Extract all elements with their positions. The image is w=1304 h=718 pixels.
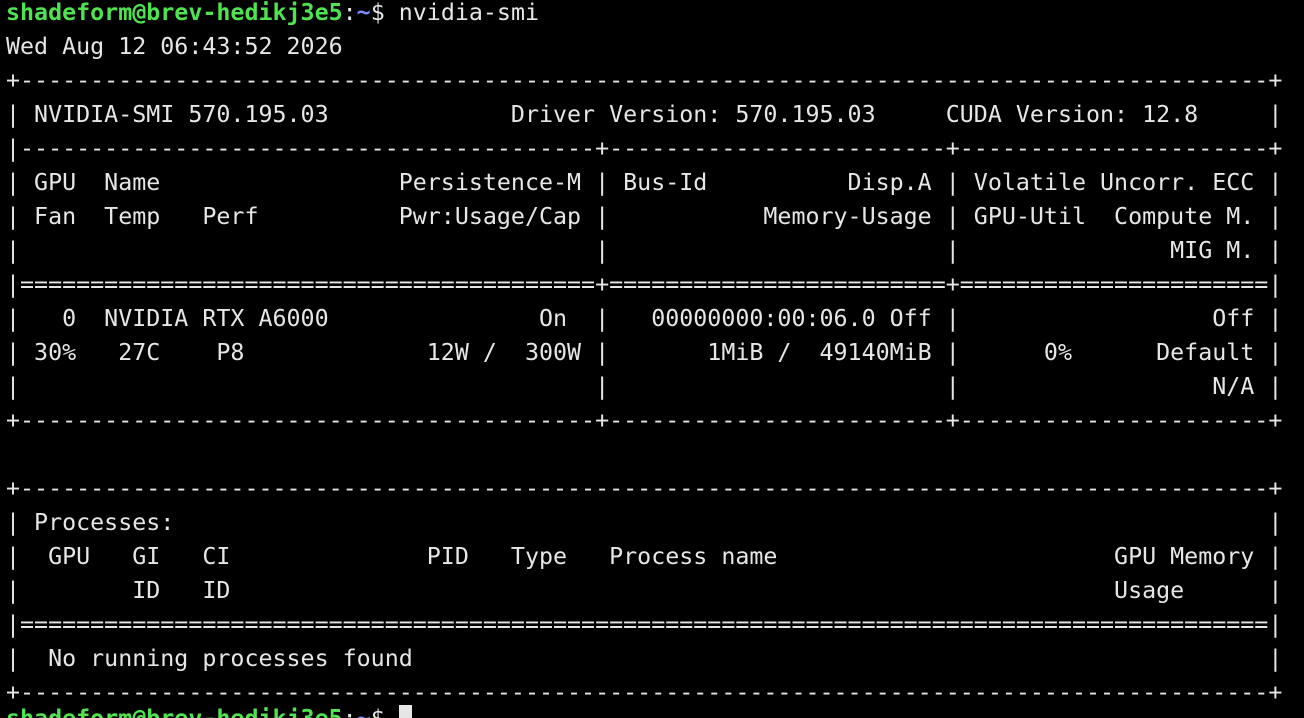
next-prompt-path: ~ (357, 705, 371, 718)
output-line: | GPU GI CI PID Type Process name GPU Me… (6, 543, 1283, 570)
output-line: |=======================================… (6, 611, 1283, 638)
command-prompt-line: shadeform@brev-hedikj3e5:~$ nvidia-smi (6, 0, 539, 30)
next-prompt-symbol: $ (371, 705, 399, 718)
next-prompt-separator: : (343, 705, 357, 718)
prompt-path: ~ (356, 0, 371, 26)
output-line: |=======================================… (6, 271, 1283, 298)
output-line: | ID ID Usage | (6, 577, 1283, 604)
output-line: +---------------------------------------… (6, 67, 1283, 94)
output-line: | Processes: | (6, 509, 1283, 536)
output-line: | | | N/A | (6, 373, 1283, 400)
output-line: |---------------------------------------… (6, 135, 1283, 162)
output-line: | GPU Name Persistence-M | Bus-Id Disp.A… (6, 169, 1283, 196)
output-line: +---------------------------------------… (6, 475, 1283, 502)
output-line: | 30% 27C P8 12W / 300W | 1MiB / 49140Mi… (6, 339, 1283, 366)
text-cursor (398, 705, 412, 718)
output-line: | | | MIG M. | (6, 237, 1283, 264)
prompt-separator: : (342, 0, 357, 26)
terminal-window[interactable]: shadeform@brev-hedikj3e5:~$ nvidia-smi W… (0, 0, 1304, 718)
prompt-user-host: shadeform@brev-hedikj3e5 (6, 0, 343, 26)
prompt-symbol: $ (370, 0, 399, 26)
output-line: | Fan Temp Perf Pwr:Usage/Cap | Memory-U… (6, 203, 1283, 230)
timestamp: Wed Aug 12 06:43:52 2026 (6, 33, 343, 60)
output-line: | No running processes found | (6, 645, 1283, 672)
output-line: | 0 NVIDIA RTX A6000 On | 00000000:00:06… (6, 305, 1283, 332)
next-prompt-user-host: shadeform@brev-hedikj3e5 (6, 705, 343, 718)
command-text: nvidia-smi (398, 0, 540, 26)
output-line: +---------------------------------------… (6, 407, 1283, 434)
output-line: | NVIDIA-SMI 570.195.03 Driver Version: … (6, 101, 1283, 128)
next-prompt-line[interactable]: shadeform@brev-hedikj3e5:~$ (6, 702, 412, 718)
